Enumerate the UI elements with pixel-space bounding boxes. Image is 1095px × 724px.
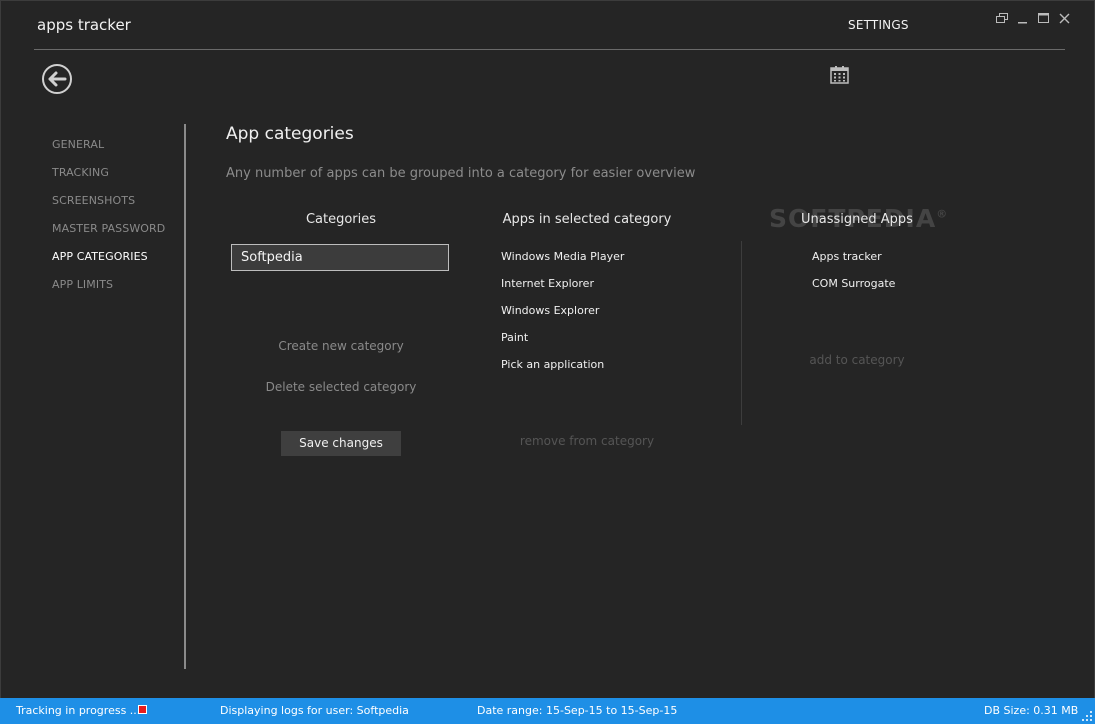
unassigned-apps-header: Unassigned Apps	[801, 212, 913, 227]
maximize-icon[interactable]	[1037, 11, 1050, 25]
remove-from-category-button[interactable]: remove from category	[487, 434, 687, 448]
window-title: apps tracker	[37, 16, 131, 34]
close-icon[interactable]	[1058, 11, 1071, 25]
settings-nav: GENERAL TRACKING SCREENSHOTS MASTER PASS…	[52, 138, 165, 306]
categories-header: Categories	[305, 212, 377, 227]
delete-category-button[interactable]: Delete selected category	[241, 380, 441, 394]
minimize-icon[interactable]	[1016, 11, 1029, 25]
list-item[interactable]: Apps tracker	[812, 249, 895, 276]
apps-in-category-header: Apps in selected category	[502, 212, 672, 227]
nav-item-app-limits[interactable]: APP LIMITS	[52, 278, 165, 306]
list-item[interactable]: Internet Explorer	[501, 276, 624, 303]
page-subtitle: Any number of apps can be grouped into a…	[226, 166, 696, 181]
db-size-status: DB Size: 0.31 MB	[984, 704, 1079, 717]
list-item[interactable]: Windows Explorer	[501, 303, 624, 330]
create-category-button[interactable]: Create new category	[241, 339, 441, 353]
pick-application-link[interactable]: Pick an application	[501, 357, 624, 384]
list-item[interactable]: COM Surrogate	[812, 276, 895, 303]
add-to-category-button[interactable]: add to category	[777, 353, 937, 367]
date-range-status: Date range: 15-Sep-15 to 15-Sep-15	[477, 704, 678, 717]
list-item[interactable]: Paint	[501, 330, 624, 357]
header-divider	[34, 49, 1065, 50]
settings-label: SETTINGS	[848, 18, 909, 32]
nav-item-master-password[interactable]: MASTER PASSWORD	[52, 222, 165, 250]
nav-item-screenshots[interactable]: SCREENSHOTS	[52, 194, 165, 222]
stop-tracking-icon[interactable]	[138, 705, 147, 714]
list-item[interactable]: Windows Media Player	[501, 249, 624, 276]
page-title: App categories	[226, 124, 354, 144]
unassigned-apps-list: Apps tracker COM Surrogate	[812, 249, 895, 303]
nav-item-tracking[interactable]: TRACKING	[52, 166, 165, 194]
status-bar: Tracking in progress ... Displaying logs…	[0, 698, 1095, 724]
back-arrow-icon[interactable]	[41, 63, 73, 95]
nav-divider	[184, 124, 186, 669]
calendar-icon[interactable]	[830, 65, 849, 84]
tracking-status: Tracking in progress ...	[16, 704, 141, 717]
window-controls	[995, 11, 1071, 25]
column-divider	[741, 241, 742, 425]
nav-item-general[interactable]: GENERAL	[52, 138, 165, 166]
resize-grip-icon[interactable]	[1081, 710, 1093, 722]
app-window: apps tracker SETTINGS GENERAL TRACKING S…	[0, 0, 1095, 724]
category-item-selected[interactable]: Softpedia	[231, 244, 449, 271]
user-status: Displaying logs for user: Softpedia	[220, 704, 409, 717]
nav-item-app-categories[interactable]: APP CATEGORIES	[52, 250, 165, 278]
restore-icon[interactable]	[995, 11, 1008, 25]
save-changes-button[interactable]: Save changes	[281, 431, 401, 456]
apps-in-category-list: Windows Media Player Internet Explorer W…	[501, 249, 624, 384]
